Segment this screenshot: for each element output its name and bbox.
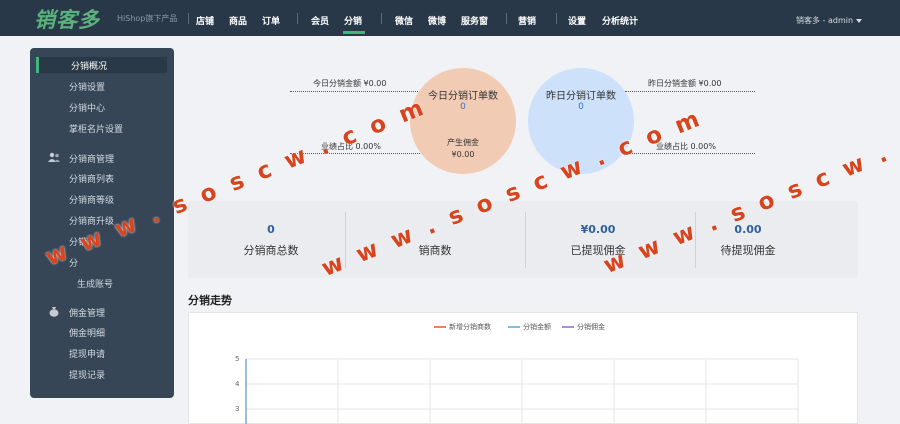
nav-separator — [297, 13, 298, 24]
user-menu[interactable]: 销客多 - admin — [796, 15, 863, 26]
nav-item-settings[interactable]: 设置 — [568, 14, 586, 27]
nav-item-marketing[interactable]: 营销 — [518, 14, 536, 27]
nav-item-shop[interactable]: 店铺 — [196, 14, 214, 27]
sidebar-item-withdrawal-records[interactable]: 提现记录 — [69, 368, 105, 381]
sidebar-item-generate-account[interactable]: 生成账号 — [77, 277, 113, 290]
nav-item-orders[interactable]: 订单 — [262, 14, 280, 27]
nav-separator — [556, 13, 557, 24]
sidebar-item-center[interactable]: 分销中心 — [69, 101, 105, 114]
app-logo[interactable]: 销客多 — [34, 4, 100, 34]
trend-section-title: 分销走势 — [188, 294, 232, 307]
nav-separator — [381, 13, 382, 24]
today-amount-label: 今日分销金额 ¥0.00 — [313, 79, 387, 88]
today-commission-value: ¥0.00 — [451, 150, 475, 159]
sidebar-item-overview[interactable]: 分销概况 — [71, 59, 107, 72]
nav-active-indicator — [343, 31, 365, 34]
stat-value: 0 — [267, 223, 275, 236]
nav-item-wechat[interactable]: 微信 — [395, 14, 413, 27]
nav-item-analytics[interactable]: 分析统计 — [602, 14, 638, 27]
sidebar-item-settings[interactable]: 分销设置 — [69, 80, 105, 93]
nav-separator — [188, 13, 189, 24]
sidebar-item-commission-details[interactable]: 佣金明细 — [69, 326, 105, 339]
y-tick-label: 5 — [235, 355, 240, 363]
yesterday-orders-title: 昨日分销订单数 — [546, 91, 616, 102]
sidebar-group-distributor-management[interactable]: 分销商管理 — [69, 152, 114, 165]
sidebar-item-card-settings[interactable]: 掌柜名片设置 — [69, 122, 123, 135]
yesterday-amount-label: 昨日分销金额 ¥0.00 — [648, 79, 722, 88]
users-icon — [48, 152, 60, 162]
app-logo-subtitle: HiShop旗下产品 — [117, 14, 178, 23]
user-name: 销客多 - admin — [796, 16, 854, 25]
today-orders-title: 今日分销订单数 — [428, 91, 498, 102]
money-bag-icon — [49, 307, 59, 317]
nav-item-members[interactable]: 会员 — [311, 14, 329, 27]
yesterday-orders-value: 0 — [578, 102, 584, 112]
nav-separator — [506, 13, 507, 24]
nav-item-distribution[interactable]: 分销 — [344, 14, 362, 27]
today-commission-label: 产生佣金 — [447, 138, 479, 147]
sidebar-item-distributor-level[interactable]: 分销商等级 — [69, 193, 114, 206]
caret-down-icon — [856, 18, 863, 23]
sidebar-item-withdrawal-requests[interactable]: 提现申请 — [69, 347, 105, 360]
top-navigation-bar: 销客多 HiShop旗下产品 店铺 商品 订单 会员 分销 微信 微博 服务窗 … — [0, 0, 900, 36]
sidebar-group-commission-management[interactable]: 佣金管理 — [69, 306, 105, 319]
y-tick-label: 3 — [235, 405, 240, 413]
today-orders-circle: 今日分销订单数 0 产生佣金 ¥0.00 — [410, 68, 516, 174]
nav-item-products[interactable]: 商品 — [229, 14, 247, 27]
nav-item-weibo[interactable]: 微博 — [428, 14, 446, 27]
nav-item-service-window[interactable]: 服务窗 — [461, 14, 488, 27]
today-amount-line — [290, 91, 420, 92]
yesterday-amount-line — [625, 91, 755, 92]
y-tick-label: 4 — [235, 380, 240, 388]
sidebar-item-distributor-list[interactable]: 分销商列表 — [69, 172, 114, 185]
trend-chart-plot — [245, 358, 799, 424]
